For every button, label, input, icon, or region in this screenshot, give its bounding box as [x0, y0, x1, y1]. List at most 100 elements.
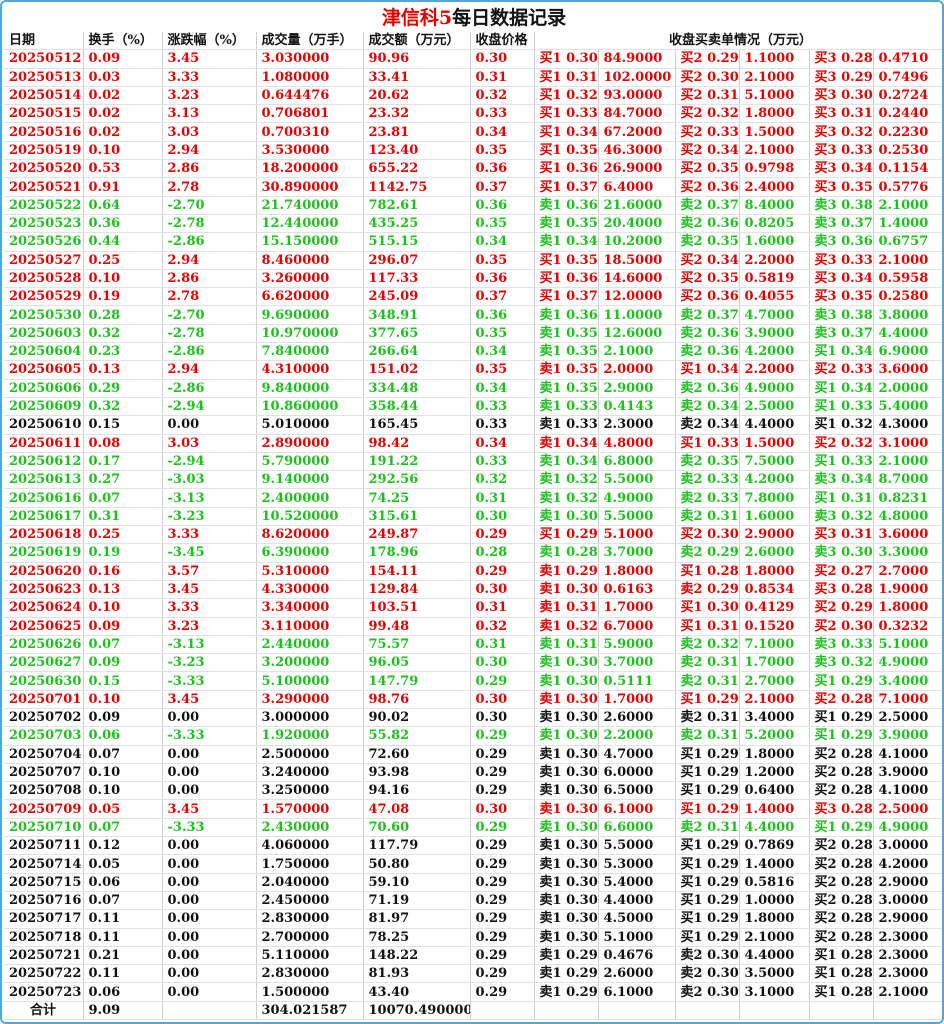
- date-cell: 20250704: [4, 745, 84, 764]
- order1-price-cell: 卖1 0.30: [534, 580, 599, 600]
- change-cell: 2.86: [162, 159, 257, 179]
- order2-amount-cell: 0.5816: [739, 873, 810, 892]
- order2-price-cell: 买1 0.29: [675, 854, 740, 874]
- order3-amount-cell: 1.8000: [873, 598, 942, 618]
- order1-amount-cell: 6.1000: [598, 982, 676, 1002]
- order3-price-cell: 买3 0.31: [809, 525, 874, 545]
- order3-amount-cell: 2.3000: [873, 946, 942, 966]
- order2-amount-cell: 1.8000: [739, 909, 810, 929]
- change-cell: -2.70: [162, 196, 257, 215]
- volume-cell: 3.340000: [256, 598, 364, 618]
- turnover-cell: 0.05: [83, 799, 163, 819]
- table-row: 20250721 0.21 0.00 5.110000 148.22 0.29 卖1 0.2…: [4, 946, 942, 966]
- turnover-cell: 0.07: [83, 635, 163, 655]
- order1-amount-cell: 0.4143: [598, 397, 676, 417]
- order2-amount-cell: 1.7000: [739, 653, 810, 673]
- amount-cell: 348.91: [363, 305, 471, 325]
- volume-cell: 5.010000: [256, 415, 364, 435]
- order2-price-cell: 卖2 0.31: [675, 671, 740, 691]
- order3-amount-cell: 0.6757: [873, 232, 942, 252]
- order2-price-cell: 卖2 0.36: [675, 324, 740, 344]
- order3-amount-cell: 8.7000: [873, 470, 942, 490]
- amount-cell: 117.33: [363, 269, 471, 289]
- order2-price-cell: 卖2 0.34: [675, 415, 740, 435]
- amount-cell: 782.61: [363, 196, 471, 215]
- order1-price-cell: 卖1 0.35: [534, 324, 599, 344]
- volume-cell: 3.200000: [256, 653, 364, 673]
- order2-amount-cell: 1.0000: [739, 891, 810, 911]
- change-cell: 3.03: [162, 122, 257, 142]
- amount-cell: 296.07: [363, 251, 471, 270]
- order2-price-cell: 买2 0.30: [675, 525, 740, 545]
- date-cell: 20250513: [4, 68, 84, 87]
- order2-price-cell: 买2 0.34: [675, 141, 740, 161]
- table-row: 20250523 0.36 -2.78 12.440000 435.25 0.35 卖1 0…: [4, 214, 942, 234]
- turnover-cell: 0.09: [83, 49, 163, 69]
- change-cell: 0.00: [162, 873, 257, 892]
- change-cell: -3.13: [162, 488, 257, 508]
- change-cell: -2.70: [162, 305, 257, 325]
- table-row: 20250630 0.15 -3.33 5.100000 147.79 0.29 卖1 0.…: [4, 671, 942, 691]
- table-row: 20250616 0.07 -3.13 2.400000 74.25 0.31 卖1 0.3…: [4, 488, 942, 508]
- order2-amount-cell: 0.9798: [739, 159, 810, 179]
- order1-amount-cell: 3.7000: [598, 653, 676, 673]
- close-price-cell: 0.34: [470, 434, 535, 453]
- order3-price-cell: 买3 0.29: [809, 68, 874, 87]
- order1-amount-cell: 2.1000: [598, 342, 676, 362]
- order3-price-cell: 卖3 0.30: [809, 543, 874, 563]
- order2-amount-cell: 0.4055: [739, 287, 810, 307]
- amount-cell: 148.22: [363, 946, 471, 966]
- order2-price-cell: 买1 0.28: [675, 562, 740, 581]
- volume-cell: 3.000000: [256, 708, 364, 728]
- close-price-cell: 0.33: [470, 415, 535, 435]
- amount-cell: 81.93: [363, 964, 471, 984]
- order3-price-cell: 买2 0.28: [809, 891, 874, 911]
- volume-cell: 9.140000: [256, 470, 364, 490]
- order3-amount-cell: 4.8000: [873, 507, 942, 527]
- change-cell: 0.00: [162, 854, 257, 874]
- turnover-cell: 0.06: [83, 873, 163, 892]
- order2-amount-cell: 1.2000: [739, 763, 810, 783]
- table-row: 20250519 0.10 2.94 3.530000 123.40 0.35 买1 0.3…: [4, 141, 942, 161]
- order3-price-cell: 买3 0.34: [809, 269, 874, 289]
- change-cell: 3.03: [162, 434, 257, 453]
- order1-price-cell: 卖1 0.35: [534, 342, 599, 362]
- table-row: 20250626 0.07 -3.13 2.440000 75.57 0.31 卖1 0.3…: [4, 635, 942, 655]
- order3-amount-cell: 3.3000: [873, 543, 942, 563]
- date-cell: 20250715: [4, 873, 84, 892]
- order2-amount-cell: 2.2000: [739, 360, 810, 380]
- amount-cell: 123.40: [363, 141, 471, 161]
- total-turnover: 9.09: [83, 1001, 163, 1021]
- turnover-cell: 0.53: [83, 159, 163, 179]
- order2-amount-cell: 1.4000: [739, 799, 810, 819]
- order1-amount-cell: 6.7000: [598, 617, 676, 636]
- order1-amount-cell: 4.9000: [598, 488, 676, 508]
- turnover-cell: 0.17: [83, 452, 163, 472]
- table-row: 20250620 0.16 3.57 5.310000 154.11 0.29 卖1 0.2…: [4, 562, 942, 581]
- order3-price-cell: 买3 0.31: [809, 104, 874, 124]
- order2-amount-cell: 3.5000: [739, 964, 810, 984]
- date-cell: 20250618: [4, 525, 84, 545]
- amount-cell: 75.57: [363, 635, 471, 655]
- date-cell: 20250514: [4, 86, 84, 106]
- change-cell: 0.00: [162, 781, 257, 801]
- amount-cell: 96.05: [363, 653, 471, 673]
- turnover-cell: 0.19: [83, 287, 163, 307]
- close-price-cell: 0.31: [470, 598, 535, 618]
- order3-amount-cell: 6.9000: [873, 342, 942, 362]
- order2-price-cell: 买1 0.29: [675, 873, 740, 892]
- order1-amount-cell: 26.9000: [598, 159, 676, 179]
- change-cell: 0.00: [162, 745, 257, 764]
- volume-cell: 10.860000: [256, 397, 364, 417]
- order3-price-cell: 买3 0.28: [809, 580, 874, 600]
- order1-price-cell: 买1 0.32: [534, 86, 599, 106]
- date-cell: 20250624: [4, 598, 84, 618]
- volume-cell: 2.450000: [256, 891, 364, 911]
- order3-amount-cell: 3.4000: [873, 671, 942, 691]
- volume-cell: 12.440000: [256, 214, 364, 234]
- change-cell: -3.03: [162, 470, 257, 490]
- order1-price-cell: 卖1 0.36: [534, 196, 599, 215]
- order3-price-cell: 卖3 0.34: [809, 470, 874, 490]
- order2-amount-cell: 3.1000: [739, 982, 810, 1002]
- order3-price-cell: 买1 0.31: [809, 488, 874, 508]
